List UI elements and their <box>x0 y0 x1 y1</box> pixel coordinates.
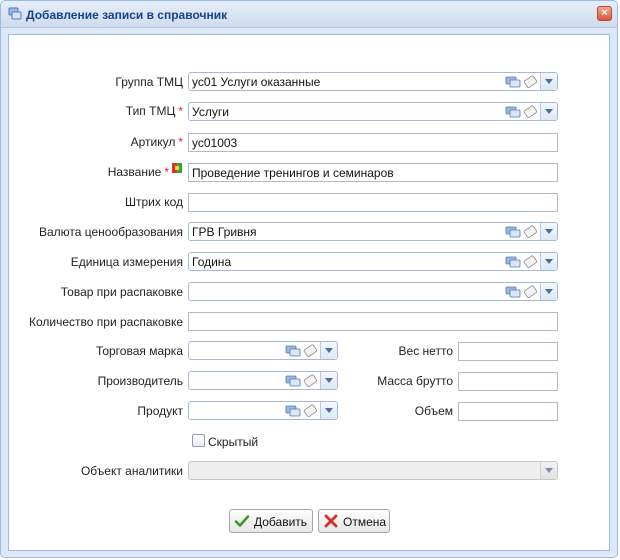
lookup-icon[interactable] <box>505 255 539 269</box>
currency-combo[interactable]: ГРВ Гривня <box>188 222 558 241</box>
lookup-icon[interactable] <box>285 404 319 418</box>
name-label: Название * <box>107 165 169 179</box>
group-label: Группа ТМЦ <box>115 75 183 89</box>
lookup-icon[interactable] <box>285 344 319 358</box>
group-value: ус01 Услуги оказанные <box>192 75 321 89</box>
clear-icon <box>523 285 538 298</box>
unit-combo[interactable]: Година <box>188 252 558 271</box>
dropdown-arrow-icon[interactable] <box>320 342 337 359</box>
manufacturer-label: Производитель <box>97 374 183 388</box>
brand-combo[interactable] <box>188 341 338 360</box>
gross-weight-input[interactable] <box>458 372 558 391</box>
dropdown-arrow-icon[interactable] <box>540 462 557 479</box>
dialog-titlebar[interactable]: Добавление записи в справочник × <box>1 1 617 28</box>
product-combo[interactable] <box>188 401 338 420</box>
clear-icon <box>523 75 538 88</box>
gross-weight-label: Масса брутто <box>377 374 453 388</box>
net-weight-label: Вес нетто <box>398 344 453 358</box>
close-icon[interactable]: × <box>597 6 612 21</box>
lookup-icon[interactable] <box>505 105 539 119</box>
dropdown-arrow-icon[interactable] <box>540 283 557 300</box>
dropdown-arrow-icon[interactable] <box>540 253 557 270</box>
unpack-item-combo[interactable] <box>188 282 558 301</box>
analytics-label: Объект аналитики <box>80 464 183 478</box>
cancel-x-icon <box>324 514 338 528</box>
unpack-item-label: Товар при распаковке <box>60 285 183 299</box>
name-input[interactable]: Проведение тренингов и семинаров <box>188 163 558 182</box>
lookup-icon[interactable] <box>505 285 539 299</box>
type-label: Тип ТМЦ * <box>125 104 183 118</box>
article-label: Артикул * <box>130 135 183 149</box>
currency-value: ГРВ Гривня <box>192 225 257 239</box>
volume-label: Объем <box>414 404 453 418</box>
dialog-title: Добавление записи в справочник <box>26 8 228 22</box>
type-combo[interactable]: Услуги <box>188 102 558 121</box>
dropdown-arrow-icon[interactable] <box>320 372 337 389</box>
currency-label: Валюта ценообразования <box>38 225 183 239</box>
barcode-input[interactable] <box>188 193 558 212</box>
clear-icon <box>303 344 318 357</box>
group-combo[interactable]: ус01 Услуги оказанные <box>188 72 558 91</box>
clear-icon <box>303 374 318 387</box>
window-app-icon <box>8 7 22 20</box>
lookup-icon[interactable] <box>285 374 319 388</box>
dropdown-arrow-icon[interactable] <box>320 402 337 419</box>
hidden-checkbox[interactable] <box>192 434 205 447</box>
clear-icon <box>523 105 538 118</box>
hidden-label[interactable]: Скрытый <box>208 435 258 449</box>
article-input[interactable]: ус01003 <box>188 133 558 152</box>
clear-icon <box>523 225 538 238</box>
clear-icon <box>303 404 318 417</box>
check-icon <box>234 515 250 527</box>
translate-flag-icon[interactable] <box>172 163 182 173</box>
unit-value: Година <box>192 255 232 269</box>
add-button[interactable]: Добавить <box>229 509 313 533</box>
unpack-qty-input[interactable] <box>188 312 558 331</box>
manufacturer-combo[interactable] <box>188 371 338 390</box>
unit-label: Единица измерения <box>70 255 183 269</box>
dropdown-arrow-icon[interactable] <box>540 73 557 90</box>
product-label: Продукт <box>137 404 183 418</box>
volume-input[interactable] <box>458 402 558 421</box>
type-value: Услуги <box>192 105 229 119</box>
brand-label: Торговая марка <box>95 344 183 358</box>
dropdown-arrow-icon[interactable] <box>540 103 557 120</box>
lookup-icon[interactable] <box>505 75 539 89</box>
net-weight-input[interactable] <box>458 342 558 361</box>
cancel-button-label: Отмена <box>343 515 387 529</box>
unpack-qty-label: Количество при распаковке <box>29 315 183 329</box>
analytics-combo[interactable] <box>188 461 558 480</box>
cancel-button[interactable]: Отмена <box>318 509 390 533</box>
add-button-label: Добавить <box>254 515 308 529</box>
lookup-icon[interactable] <box>505 225 539 239</box>
barcode-label: Штрих код <box>124 195 183 209</box>
dropdown-arrow-icon[interactable] <box>540 223 557 240</box>
clear-icon <box>523 255 538 268</box>
